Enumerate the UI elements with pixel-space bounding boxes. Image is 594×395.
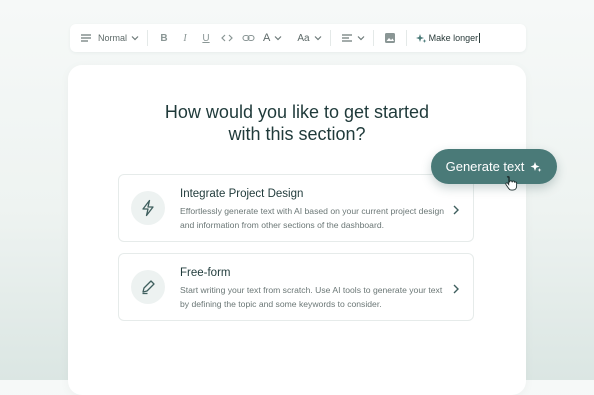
link-button[interactable]	[239, 29, 257, 47]
generate-text-label: Generate text	[445, 159, 525, 174]
ai-prompt-input[interactable]: Make longer	[407, 29, 489, 47]
chevron-right-icon	[451, 282, 461, 294]
text-caret	[479, 33, 481, 43]
align-left-icon	[338, 29, 356, 47]
font-size-label: Aa	[297, 32, 310, 44]
chevron-down-icon	[313, 33, 323, 43]
font-color-button[interactable]: A	[260, 29, 283, 47]
editor-toolbar: Normal B I U A Aa Make longer	[70, 24, 526, 52]
hand-cursor-icon	[505, 176, 518, 191]
option-card-free-form[interactable]: Free-form Start writing your text from s…	[118, 253, 474, 321]
generate-text-button[interactable]: Generate text	[431, 149, 557, 184]
font-color-label: A	[263, 32, 271, 44]
option-description: Start writing your text from scratch. Us…	[180, 285, 443, 309]
option-title: Free-form	[180, 267, 231, 279]
sparkle-icon	[530, 161, 542, 172]
link-icon	[241, 34, 255, 42]
option-description: Effortlessly generate text with AI based…	[180, 206, 445, 230]
sparkle-icon	[415, 29, 429, 47]
image-icon	[384, 33, 395, 43]
image-button[interactable]	[381, 29, 399, 47]
page-title: How would you like to get started with t…	[0, 101, 594, 145]
code-icon	[221, 34, 233, 42]
italic-button[interactable]: I	[176, 29, 194, 47]
option-card-integrate-project-design[interactable]: Integrate Project Design Effortlessly ge…	[118, 174, 474, 242]
pen-icon	[131, 270, 165, 304]
align-dropdown[interactable]	[331, 24, 373, 52]
underline-button[interactable]: U	[197, 29, 215, 47]
paragraph-icon	[77, 29, 95, 47]
title-line-2: with this section?	[228, 124, 366, 144]
font-size-button[interactable]: Aa	[294, 29, 322, 47]
lightning-icon	[131, 191, 165, 225]
text-style-dropdown[interactable]: Normal	[70, 24, 147, 52]
code-button[interactable]	[218, 29, 236, 47]
chevron-down-icon	[273, 33, 283, 43]
text-style-label: Normal	[98, 33, 128, 43]
chevron-down-icon	[130, 33, 140, 43]
option-title: Integrate Project Design	[180, 188, 304, 200]
title-line-1: How would you like to get started	[164, 102, 430, 122]
chevron-right-icon	[451, 203, 461, 215]
chevron-down-icon	[356, 33, 366, 43]
ai-prompt-value: Make longer	[428, 33, 479, 43]
bold-button[interactable]: B	[155, 29, 173, 47]
